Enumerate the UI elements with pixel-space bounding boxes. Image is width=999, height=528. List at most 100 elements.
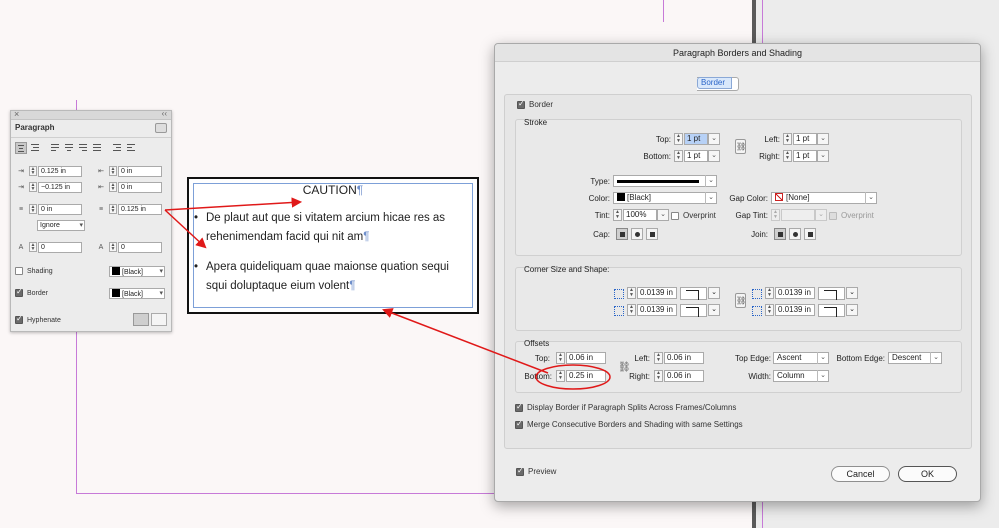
align-to-grid-select[interactable]: Ignore ▾	[37, 220, 85, 231]
join-miter-icon[interactable]	[774, 228, 786, 240]
chevron-down-icon[interactable]: ⌄	[846, 304, 858, 316]
stroke-left-field[interactable]: ▲ ▼ 1 pt ⌄	[783, 133, 829, 145]
single-line-composer-icon[interactable]	[151, 313, 167, 326]
paragraph-panel: × ‹‹ Paragraph ⇥ ▲ ▼ 0.125 in ⇤ ▲ ▼ 0 in ⇥ ▲ ▼ −0…	[10, 109, 172, 332]
merge-row[interactable]: Merge Consecutive Borders and Shading wi…	[515, 419, 743, 429]
corner-bottom-right-field[interactable]: ▲ ▼ 0.0139 in	[765, 304, 815, 316]
chevron-down-icon[interactable]: ⌄	[708, 304, 720, 316]
chevron-down-icon[interactable]: ⌄	[708, 287, 720, 299]
chevron-down-icon: ⌄	[817, 370, 828, 382]
align-right-button[interactable]	[29, 142, 41, 154]
chevron-down-icon[interactable]: ⌄	[815, 209, 827, 221]
cap-butt-icon[interactable]	[616, 228, 628, 240]
overprint-row[interactable]: Overprint	[671, 211, 716, 220]
tab-border[interactable]: Border	[697, 77, 733, 89]
cap-square-icon[interactable]	[646, 228, 658, 240]
collapse-icon[interactable]: ‹‹	[162, 109, 167, 118]
ok-button[interactable]: OK	[898, 466, 957, 482]
shading-color-select[interactable]: [Black] ▾	[109, 266, 165, 277]
justify-right-button[interactable]	[77, 142, 89, 154]
offset-left-field[interactable]: ▲ ▼ 0.06 in	[654, 352, 704, 364]
link-chain-icon[interactable]: ⛓	[735, 293, 746, 308]
bottom-edge-select[interactable]: Descent ⌄	[888, 352, 942, 364]
drop-cap-lines-field[interactable]: A ▲ ▼ 0	[15, 241, 82, 253]
chevron-down-icon: ▾	[159, 290, 163, 297]
join-round-icon[interactable]	[789, 228, 801, 240]
stroke-bottom-field[interactable]: ▲ ▼ 1 pt ⌄	[674, 150, 720, 162]
align-spine-button[interactable]	[111, 142, 123, 154]
gap-overprint-row[interactable]: Overprint	[829, 211, 874, 220]
link-chain-icon[interactable]: ⛓	[735, 139, 746, 154]
chevron-down-icon: ▾	[79, 222, 83, 229]
chevron-down-icon[interactable]: ⌄	[817, 133, 829, 145]
display-split-row[interactable]: Display Border if Paragraph Splits Acros…	[515, 402, 736, 412]
justify-all-button[interactable]	[91, 142, 103, 154]
chevron-down-icon: ⌄	[705, 175, 716, 187]
last-line-indent-field[interactable]: ⇤ ▲ ▼ 0 in	[95, 181, 162, 193]
right-indent-field[interactable]: ⇤ ▲ ▼ 0 in	[95, 165, 162, 177]
cancel-button[interactable]: Cancel	[831, 466, 890, 482]
bullet-paragraph-1: • De plaut aut que si vitatem arcium hic…	[194, 212, 446, 243]
justify-left-button[interactable]	[49, 142, 61, 154]
width-select[interactable]: Column ⌄	[773, 370, 829, 382]
top-edge-select[interactable]: Ascent ⌄	[773, 352, 829, 364]
offset-bottom-field[interactable]: ▲ ▼ 0.25 in	[556, 370, 606, 382]
border-color-select[interactable]: [Black] ▾	[109, 288, 165, 299]
shading-checkbox[interactable]	[15, 267, 23, 275]
corner-top-right-field[interactable]: ▲ ▼ 0.0139 in	[765, 287, 815, 299]
close-icon[interactable]: ×	[14, 109, 19, 119]
offsets-group: Offsets Top: ▲ ▼ 0.06 in Bottom: ▲ ▼ 0.25 in…	[515, 339, 962, 393]
stroke-right-field[interactable]: ▲ ▼ 1 pt ⌄	[783, 150, 829, 162]
align-away-spine-button[interactable]	[125, 142, 137, 154]
align-center-button[interactable]	[15, 142, 27, 154]
panel-header[interactable]: × ‹‹	[11, 109, 171, 120]
text-frame[interactable]: CAUTION¶ • De plaut aut que si vitatem a…	[187, 177, 479, 314]
corner-shape-square-icon[interactable]	[680, 287, 707, 300]
stroke-top-field[interactable]: ▲ ▼ 1 pt ⌄	[674, 133, 720, 145]
stroke-group-label: Stroke	[524, 118, 548, 127]
chevron-down-icon: ⌄	[865, 192, 876, 204]
corner-shape-square-icon[interactable]	[818, 287, 845, 300]
chevron-down-icon[interactable]: ⌄	[817, 150, 829, 162]
first-line-indent-field[interactable]: ⇥ ▲ ▼ −0.125 in	[15, 181, 82, 193]
preview-row[interactable]: Preview	[516, 466, 556, 476]
merge-checkbox[interactable]	[515, 419, 523, 429]
corner-top-left-field[interactable]: ▲ ▼ 0.0139 in	[627, 287, 677, 299]
space-after-field[interactable]: ≡ ▲ ▼ 0.125 in	[95, 203, 162, 215]
chevron-down-icon[interactable]: ⌄	[657, 209, 669, 221]
chevron-down-icon[interactable]: ⌄	[846, 287, 858, 299]
overprint-checkbox[interactable]	[671, 211, 679, 220]
justify-center-button[interactable]	[63, 142, 75, 154]
drop-cap-chars-field[interactable]: A ▲ ▼ 0	[95, 241, 162, 253]
preview-checkbox[interactable]	[516, 466, 524, 476]
chevron-down-icon[interactable]: ⌄	[708, 133, 720, 145]
border-checkbox-row[interactable]: Border	[15, 287, 48, 297]
stroke-color-select[interactable]: [Black] ⌄	[613, 192, 717, 204]
left-indent-field[interactable]: ⇥ ▲ ▼ 0.125 in	[15, 165, 82, 177]
gap-color-select[interactable]: [None] ⌄	[771, 192, 877, 204]
border-checkbox[interactable]	[15, 287, 23, 297]
gap-tint-field[interactable]: ▲ ▼ ⌄	[771, 209, 827, 221]
border-enable-checkbox[interactable]	[517, 99, 525, 109]
border-enable-row[interactable]: Border	[517, 99, 553, 109]
offset-right-field[interactable]: ▲ ▼ 0.06 in	[654, 370, 704, 382]
join-bevel-icon[interactable]	[804, 228, 816, 240]
cap-round-icon[interactable]	[631, 228, 643, 240]
corner-shape-square-icon[interactable]	[680, 304, 707, 317]
panel-menu-icon[interactable]	[155, 123, 167, 133]
chevron-down-icon[interactable]: ⌄	[708, 150, 720, 162]
stroke-tint-field[interactable]: ▲ ▼ 100% ⌄	[613, 209, 669, 221]
display-split-checkbox[interactable]	[515, 402, 523, 412]
hyphenate-checkbox-row[interactable]: Hyphenate	[15, 314, 61, 324]
corner-shape-square-icon[interactable]	[818, 304, 845, 317]
tab-paragraph[interactable]: Paragraph	[15, 123, 55, 132]
corner-bottom-left-field[interactable]: ▲ ▼ 0.0139 in	[627, 304, 677, 316]
shading-checkbox-row[interactable]: Shading	[15, 267, 53, 275]
space-before-field[interactable]: ≡ ▲ ▼ 0 in	[15, 203, 82, 215]
gap-overprint-checkbox[interactable]	[829, 211, 837, 220]
paragraph-composer-icon[interactable]	[133, 313, 149, 326]
stroke-group: Stroke Top: ▲ ▼ 1 pt ⌄ Bottom: ▲ ▼ 1 pt ⌄ ⛓ Le…	[515, 118, 962, 256]
offset-top-field[interactable]: ▲ ▼ 0.06 in	[556, 352, 606, 364]
stroke-type-select[interactable]: ⌄	[613, 175, 717, 187]
hyphenate-checkbox[interactable]	[15, 314, 23, 324]
